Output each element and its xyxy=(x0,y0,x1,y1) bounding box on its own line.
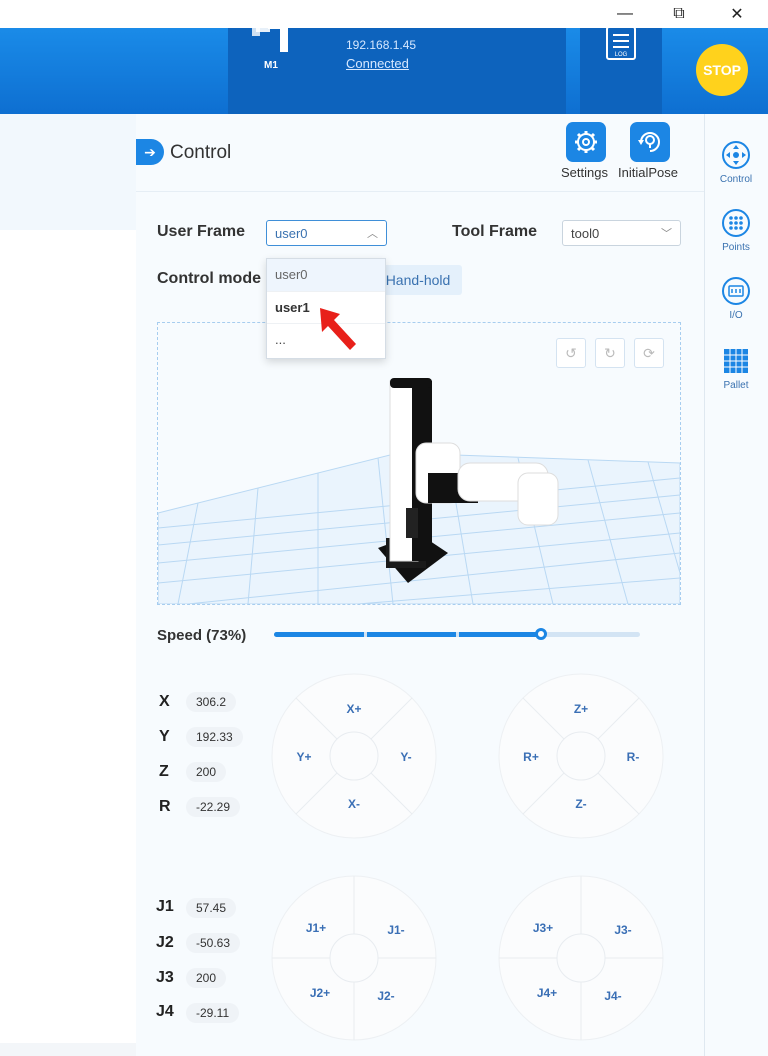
left-panel-body xyxy=(0,230,136,1056)
coord-value-z: 200 xyxy=(186,762,227,782)
chevron-down-icon: ﹀ xyxy=(661,228,672,240)
coord-value-r: -22.29 xyxy=(186,797,241,817)
jog-j4-minus[interactable]: J4- xyxy=(604,989,621,1003)
jog-pad-j3-j4[interactable]: J3+ J3- J4+ J4- xyxy=(497,874,665,1042)
pallet-icon xyxy=(724,349,748,373)
collapse-arrow-icon[interactable]: ➔ xyxy=(136,139,164,165)
user-frame-label: User Frame xyxy=(157,223,246,240)
tool-frame-value: tool0 xyxy=(571,226,600,241)
joint-value-j4: -29.11 xyxy=(186,1003,240,1023)
device-ip: 192.168.1.45 xyxy=(346,38,417,52)
move-icon xyxy=(722,141,750,169)
slider-tick xyxy=(456,632,459,637)
sidebar-item-label: I/O xyxy=(729,310,743,321)
slider-tick xyxy=(364,632,367,637)
speed-slider-fill xyxy=(274,632,542,637)
joint-label-j2: J2 xyxy=(156,934,174,951)
points-grid-icon xyxy=(722,209,750,237)
initial-pose-icon xyxy=(638,132,660,152)
page-title: Control xyxy=(170,142,232,163)
jog-j3-minus[interactable]: J3- xyxy=(614,923,631,937)
sidebar-item-control[interactable]: Control xyxy=(704,140,768,200)
tool-frame-label: Tool Frame xyxy=(452,223,538,240)
rotate-left-button[interactable]: ↺ xyxy=(556,338,586,368)
window-titlebar: — ⧉ ✕ xyxy=(0,0,768,28)
io-icon xyxy=(722,277,750,305)
jog-j4-plus[interactable]: J4+ xyxy=(537,986,557,1000)
user-frame-value: user0 xyxy=(275,226,308,241)
sidebar-item-io[interactable]: I/O xyxy=(704,276,768,336)
joint-value-j3: 200 xyxy=(186,968,227,988)
sidebar-item-pallet[interactable]: Pallet xyxy=(704,346,768,406)
restore-button[interactable]: ⧉ xyxy=(656,0,702,28)
log-icon: LOG xyxy=(606,26,636,60)
jog-pad-j1-j2[interactable]: J1+ J1- J2+ J2- xyxy=(270,874,438,1042)
device-name: M1 xyxy=(264,60,278,71)
jog-y-minus[interactable]: Y- xyxy=(400,750,411,764)
coord-value-x: 306.2 xyxy=(186,692,237,712)
user-frame-select[interactable]: user0 ︿ xyxy=(266,220,387,246)
jog-x-plus[interactable]: X+ xyxy=(346,702,361,716)
rotate-right-button[interactable]: ↻ xyxy=(595,338,625,368)
sidebar-item-label: Points xyxy=(722,242,750,253)
slider-tick xyxy=(548,632,551,637)
sidebar-item-points[interactable]: Points xyxy=(704,208,768,268)
joint-value-j2: -50.63 xyxy=(186,933,241,953)
jog-x-minus[interactable]: X- xyxy=(348,797,360,811)
coord-label-x: X xyxy=(159,693,170,710)
jog-j3-plus[interactable]: J3+ xyxy=(533,921,553,935)
jog-j1-plus[interactable]: J1+ xyxy=(306,921,326,935)
close-button[interactable]: ✕ xyxy=(714,0,760,28)
jog-r-minus[interactable]: R- xyxy=(627,750,640,764)
jog-y-plus[interactable]: Y+ xyxy=(296,750,311,764)
joint-label-j3: J3 xyxy=(156,969,174,986)
joint-label-j4: J4 xyxy=(156,1003,174,1020)
chevron-up-icon: ︿ xyxy=(367,228,378,240)
sidebar-item-label: Pallet xyxy=(723,380,749,391)
speed-slider[interactable] xyxy=(274,628,640,640)
jog-j2-minus[interactable]: J2- xyxy=(377,989,394,1003)
log-label: LOG xyxy=(615,52,628,58)
coord-label-z: Z xyxy=(159,763,169,780)
control-mode-label: Control mode xyxy=(157,270,261,287)
jog-r-plus[interactable]: R+ xyxy=(523,750,539,764)
jog-j1-minus[interactable]: J1- xyxy=(387,923,404,937)
speed-label: Speed (73%) xyxy=(157,627,247,644)
coord-label-y: Y xyxy=(159,728,170,745)
connection-status-link[interactable]: Connected xyxy=(346,56,409,71)
settings-label: Settings xyxy=(561,165,608,180)
tool-frame-select[interactable]: tool0 ﹀ xyxy=(562,220,681,246)
coord-value-y: 192.33 xyxy=(186,727,243,747)
coord-label-r: R xyxy=(159,798,171,815)
joint-label-j1: J1 xyxy=(156,898,174,915)
sidebar-item-label: Control xyxy=(719,174,753,185)
initial-pose-label: InitialPose xyxy=(618,165,678,180)
reset-view-button[interactable]: ⟳ xyxy=(634,338,664,368)
jog-pad-xy[interactable]: X+ Y+ Y- X- xyxy=(270,672,438,840)
stop-button[interactable]: STOP xyxy=(696,44,748,96)
jog-j2-plus[interactable]: J2+ xyxy=(310,986,330,1000)
jog-z-minus[interactable]: Z- xyxy=(575,797,586,811)
settings-button[interactable] xyxy=(566,122,606,162)
joint-value-j1: 57.45 xyxy=(186,898,237,918)
hand-hold-mode-button[interactable]: Hand-hold xyxy=(374,265,462,295)
dropdown-option-user0[interactable]: user0 xyxy=(267,259,385,291)
initial-pose-button[interactable] xyxy=(630,122,670,162)
left-panel xyxy=(0,114,136,230)
robot-arm-icon xyxy=(252,16,288,52)
jog-z-plus[interactable]: Z+ xyxy=(574,702,588,716)
left-panel-footer xyxy=(0,1043,136,1056)
gear-icon xyxy=(575,131,597,153)
jog-pad-zr[interactable]: Z+ R+ R- Z- xyxy=(497,672,665,840)
red-arrow-pointer-icon xyxy=(320,308,356,350)
